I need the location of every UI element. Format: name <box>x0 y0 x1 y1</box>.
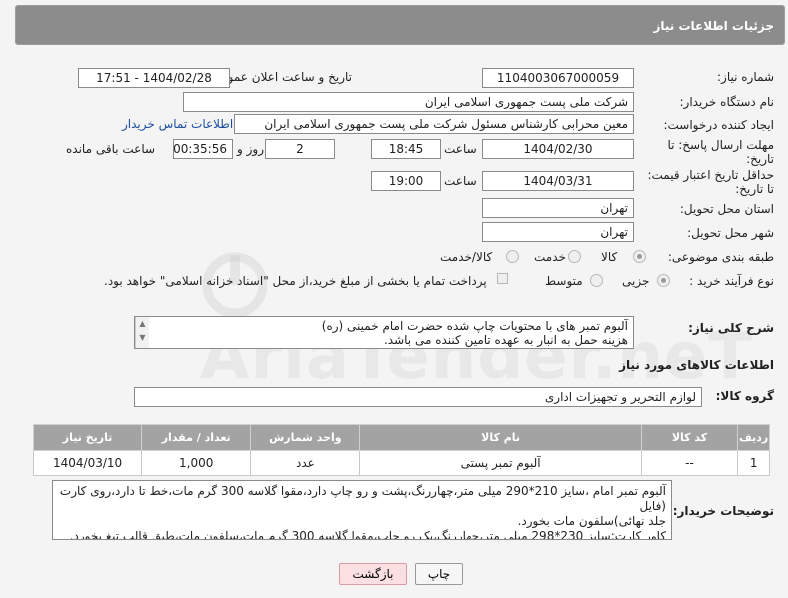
reply-time-label: ساعت <box>444 142 477 156</box>
goods-group-field: لوازم التحریر و تجهیزات اداری <box>134 387 702 407</box>
description-line-2: هزینه حمل به انبار به عهده تامین کننده م… <box>383 333 628 347</box>
treasury-checkbox[interactable] <box>497 273 508 284</box>
announce-field: 1404/02/28 - 17:51 <box>78 68 230 88</box>
province-field: تهران <box>482 198 634 218</box>
need-number-field: 1104003067000059 <box>482 68 634 88</box>
need-number-label: شماره نیاز: <box>717 70 774 84</box>
purchase-radio-partial[interactable] <box>657 274 670 287</box>
category-option-service: خدمت <box>534 250 566 264</box>
category-radio-goods-service[interactable] <box>506 250 519 263</box>
remaining-time-label: ساعت باقی مانده <box>66 142 156 156</box>
treasury-note: پرداخت تمام یا بخشی از مبلغ خرید،از محل … <box>104 274 487 288</box>
cell-code: -- <box>640 450 739 476</box>
cell-date: 1404/03/10 <box>32 450 143 476</box>
creator-label: ایجاد کننده درخواست: <box>663 118 774 132</box>
page-title: جزئیات اطلاعات نیاز <box>653 19 774 33</box>
price-validity-time-field: 19:00 <box>371 171 441 191</box>
category-radio-goods[interactable] <box>633 250 646 263</box>
col-row: ردیف <box>737 424 770 451</box>
purchase-option-partial: جزیی <box>622 274 650 288</box>
purchase-option-medium: متوسط <box>545 274 583 288</box>
buyer-notes-line-1: آلبوم تمبر امام ،سایز 210*290 میلی متر،چ… <box>59 484 666 513</box>
buyer-notes-line-3: کاور کارت:سایز 230*298 میلی متر،چهاررنگ،… <box>69 529 666 540</box>
cell-qty: 1,000 <box>141 450 252 476</box>
category-option-goods: کالا <box>601 250 618 264</box>
remaining-time-field: 00:35:56 <box>173 139 233 159</box>
col-date: تاریخ نیاز <box>32 424 143 451</box>
reply-deadline-label: مهلت ارسال پاسخ: تا تاریخ: <box>667 138 774 166</box>
reply-days-label: روز و <box>237 142 264 156</box>
col-name: نام کالا <box>359 424 642 451</box>
creator-field: معین محرابی کارشناس مسئول شرکت ملی پست ج… <box>234 114 634 134</box>
buyer-notes-line-2: جلد نهائی)سلفون مات بخورد. <box>517 514 666 528</box>
category-radio-service[interactable] <box>568 250 581 263</box>
price-validity-label: حداقل تاریخ اعتبار قیمت: تا تاریخ: <box>647 168 774 196</box>
cell-name: آلبوم تمبر پستی <box>359 450 642 476</box>
purchase-radio-medium[interactable] <box>590 274 603 287</box>
city-field: تهران <box>482 222 634 242</box>
description-scrollbar[interactable]: ▲ ▼ <box>135 317 149 348</box>
back-button[interactable]: بازگشت <box>339 563 407 585</box>
category-label: طبقه بندی موضوعی: <box>667 250 774 264</box>
price-validity-time-label: ساعت <box>444 174 477 188</box>
col-unit: واحد شمارش <box>250 424 361 451</box>
buyer-notes-label: توضیحات خریدار: <box>672 504 774 518</box>
buyer-org-field: شرکت ملی پست جمهوری اسلامی ایران <box>183 92 634 112</box>
goods-group-label: گروه کالا: <box>715 389 774 403</box>
cell-row: 1 <box>737 450 770 476</box>
goods-section-title: اطلاعات کالاهای مورد نیاز <box>619 358 774 372</box>
city-label: شهر محل تحویل: <box>687 226 774 240</box>
cell-unit: عدد <box>250 450 361 476</box>
buyer-notes-textarea[interactable]: آلبوم تمبر امام ،سایز 210*290 میلی متر،چ… <box>52 480 672 540</box>
table-row: 1 -- آلبوم تمبر پستی عدد 1,000 1404/03/1… <box>32 450 770 476</box>
col-code: کد کالا <box>640 424 739 451</box>
description-line-1: آلبوم تمبر های با محتویات چاپ شده حضرت ا… <box>321 319 628 333</box>
buyer-org-label: نام دستگاه خریدار: <box>679 95 775 109</box>
description-textarea[interactable]: آلبوم تمبر های با محتویات چاپ شده حضرت ا… <box>134 316 634 349</box>
col-qty: تعداد / مقدار <box>141 424 252 451</box>
price-validity-date-field: 1404/03/31 <box>482 171 634 191</box>
reply-time-field: 18:45 <box>371 139 441 159</box>
purchase-type-label: نوع فرآیند خرید : <box>689 274 774 288</box>
province-label: استان محل تحویل: <box>679 202 774 216</box>
page-header: جزئیات اطلاعات نیاز <box>15 5 785 45</box>
description-label: شرح کلی نیاز: <box>688 321 774 335</box>
category-option-goods-service: کالا/خدمت <box>440 250 493 264</box>
print-button[interactable]: چاپ <box>415 563 463 585</box>
reply-date-field: 1404/02/30 <box>482 139 634 159</box>
goods-table: ردیف کد کالا نام کالا واحد شمارش تعداد /… <box>32 424 770 476</box>
reply-days-field: 2 <box>265 139 335 159</box>
buyer-contact-link[interactable]: اطلاعات تماس خریدار <box>122 117 233 131</box>
